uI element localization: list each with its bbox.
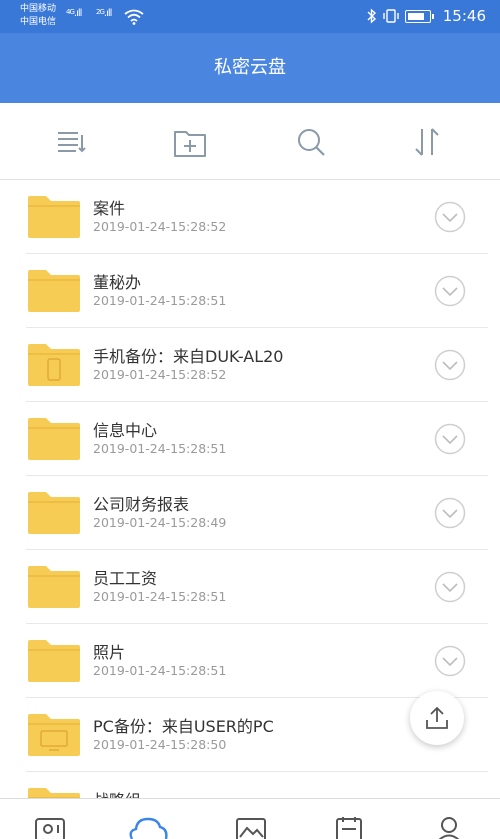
folder-icon [28,788,80,798]
chevron-down-icon[interactable] [434,497,466,529]
clock: 15:46 [442,7,486,25]
file-date: 2019-01-24-15:28:51 [93,663,227,678]
folder-icon [28,196,80,238]
profile-tab-icon[interactable] [432,815,466,839]
photos-tab-icon[interactable] [234,815,268,839]
upload-button[interactable] [410,691,464,745]
wifi-icon [124,9,144,25]
file-date: 2019-01-24-15:28:51 [93,589,227,604]
carrier-labels: 中国移动 中国电信 [20,3,56,29]
file-date: 2019-01-24-15:28:52 [93,219,227,234]
file-name: PC备份：来自USER的PC [93,717,274,736]
network-type-1: 4G [66,8,75,16]
chevron-down-icon[interactable] [434,645,466,677]
file-row[interactable]: 董秘办 2019-01-24-15:28:51 [26,254,488,328]
file-row[interactable]: 照片 2019-01-24-15:28:51 [26,624,488,698]
file-name: 信息中心 [93,421,158,440]
chevron-down-icon[interactable] [434,423,466,455]
file-name: 员工工资 [93,569,158,588]
sort-order-icon[interactable] [410,125,444,159]
network-type-2: 2G [96,8,105,16]
chevron-down-icon[interactable] [434,275,466,307]
file-row[interactable]: 信息中心 2019-01-24-15:28:51 [26,402,488,476]
folder-icon [28,640,80,682]
file-row[interactable]: 公司财务报表 2019-01-24-15:28:49 [26,476,488,550]
bottom-nav [0,798,500,839]
file-name: 公司财务报表 [93,495,190,514]
status-right: 15:46 [367,7,486,25]
file-row[interactable]: 员工工资 2019-01-24-15:28:51 [26,550,488,624]
folder-icon [28,566,80,608]
toolbar [0,103,500,180]
file-name: 战略组 [93,787,141,798]
file-date: 2019-01-24-15:28:50 [93,737,227,752]
search-icon[interactable] [294,125,328,159]
page-title: 私密云盘 [214,57,286,78]
upload-icon [426,706,448,729]
carrier-1: 中国移动 [20,4,57,14]
file-date: 2019-01-24-15:28:52 [93,367,227,382]
file-date: 2019-01-24-15:28:49 [93,515,227,530]
file-row[interactable]: 战略组 [26,772,488,798]
pc-folder-icon [28,714,80,756]
file-name: 案件 [93,199,126,218]
file-row[interactable]: 案件 2019-01-24-15:28:52 [26,180,488,254]
new-folder-icon[interactable] [173,125,207,159]
bluetooth-icon [367,8,376,24]
file-name: 照片 [93,643,126,662]
title-bar: 私密云盘 [0,33,500,103]
cloud-tab-icon[interactable] [126,815,170,839]
file-date: 2019-01-24-15:28:51 [93,293,227,308]
status-bar: 中国移动 中国电信 4G.ıll 2G.ıll 15:46 [0,0,500,33]
signal-1-icon: 4G.ıll [66,8,82,19]
folder-icon [28,270,80,312]
chevron-down-icon[interactable] [434,349,466,381]
file-name: 手机备份：来自DUK-AL20 [93,347,284,366]
folder-icon [28,418,80,460]
chevron-down-icon[interactable] [434,201,466,233]
carrier-2: 中国电信 [20,17,57,27]
file-row[interactable]: 手机备份：来自DUK-AL20 2019-01-24-15:28:52 [26,328,488,402]
notes-tab-icon[interactable] [332,815,366,839]
folder-icon [28,492,80,534]
vibrate-icon [383,9,399,23]
phone-folder-icon [28,344,80,386]
chevron-down-icon[interactable] [434,571,466,603]
battery-icon [404,9,434,23]
file-date: 2019-01-24-15:28:51 [93,441,227,456]
signal-2-icon: 2G.ıll [96,8,112,19]
file-name: 董秘办 [93,273,142,292]
list-sort-icon[interactable] [54,125,88,159]
contacts-tab-icon[interactable] [33,815,67,839]
